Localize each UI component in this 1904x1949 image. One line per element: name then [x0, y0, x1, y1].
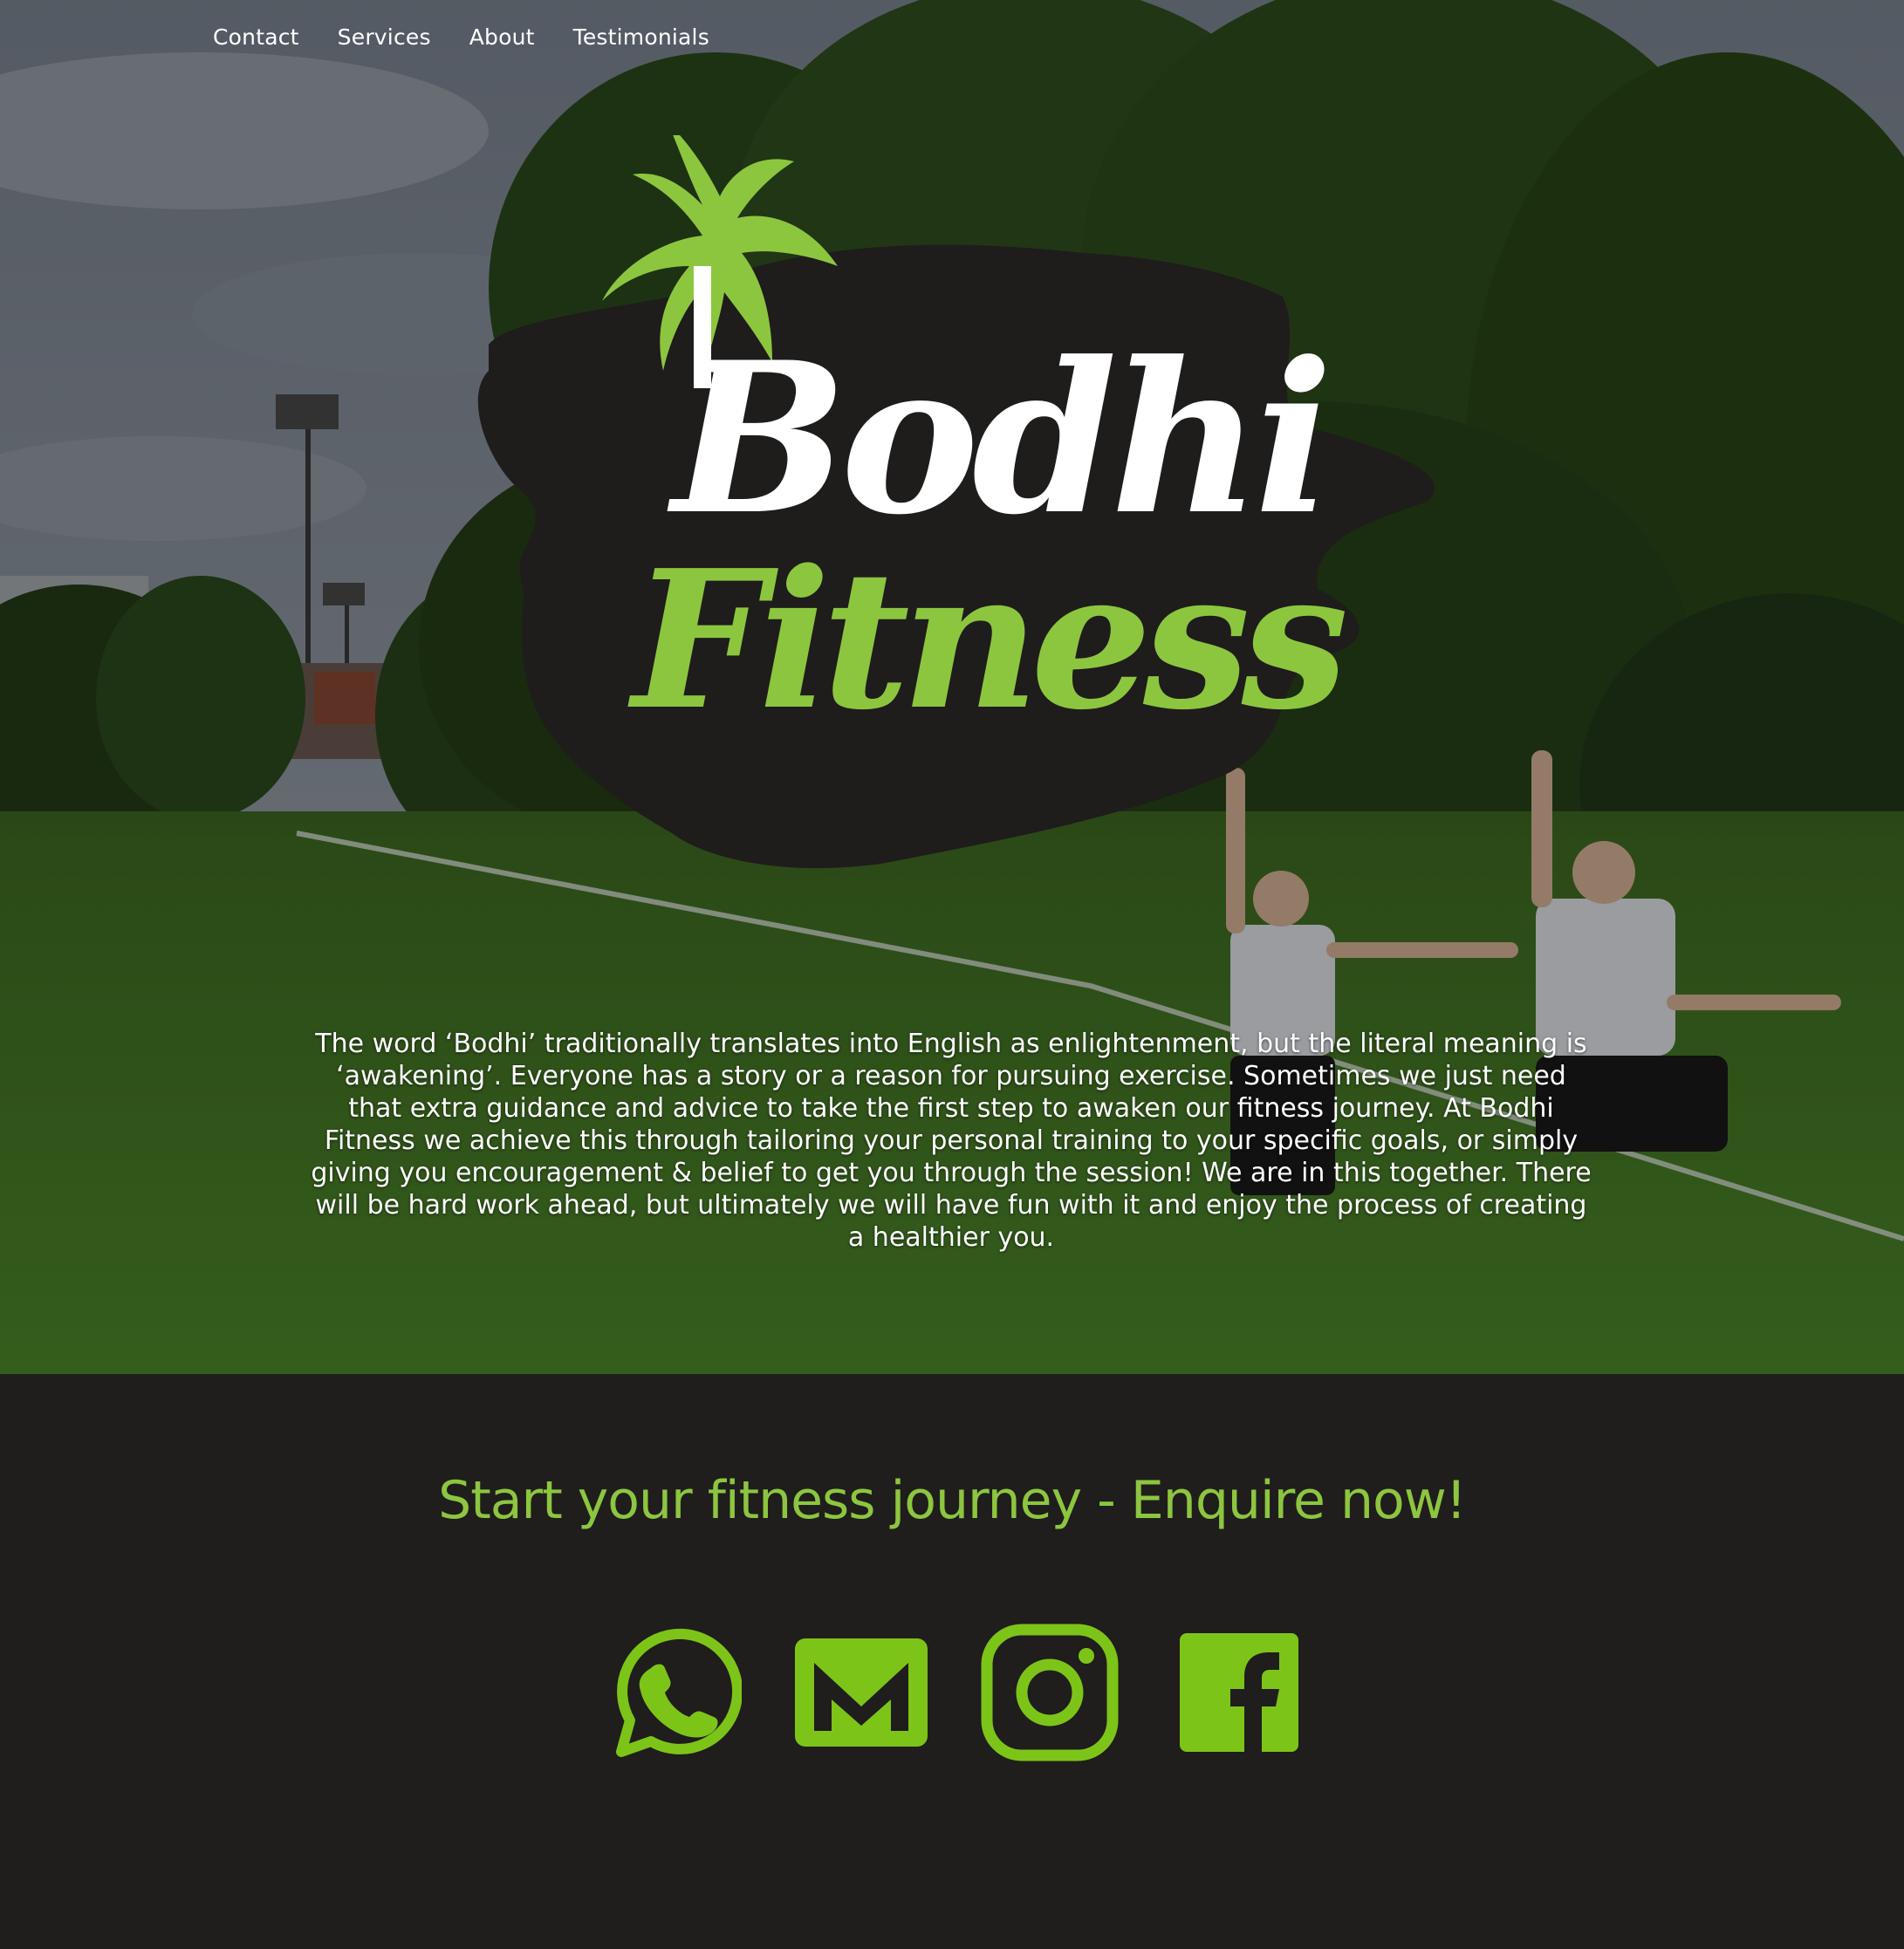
facebook-link[interactable] — [1169, 1623, 1309, 1762]
hero-section: Contact Services About Testimonials Bodh… — [0, 0, 1904, 1374]
intro-paragraph: The word ‘Bodhi’ traditionally translate… — [311, 1029, 1592, 1253]
logo-word-bodhi: Bodhi — [672, 318, 1333, 561]
nav-link-services[interactable]: Services — [338, 24, 431, 50]
logo-word-fitness: Fitness — [632, 529, 1349, 752]
main-nav: Contact Services About Testimonials — [213, 24, 709, 50]
nav-link-about[interactable]: About — [469, 24, 535, 50]
social-links — [602, 1618, 1309, 1767]
bodhi-fitness-logo: Bodhi Fitness — [471, 135, 1440, 920]
instagram-icon — [981, 1624, 1119, 1761]
enquire-heading: Start your fitness journey - Enquire now… — [438, 1470, 1467, 1531]
nav-link-contact[interactable]: Contact — [213, 24, 299, 50]
email-icon — [794, 1638, 928, 1747]
whatsapp-icon — [616, 1628, 742, 1757]
whatsapp-link[interactable] — [602, 1623, 742, 1762]
nav-link-testimonials[interactable]: Testimonials — [573, 24, 709, 50]
facebook-icon — [1179, 1633, 1298, 1752]
email-link[interactable] — [791, 1623, 931, 1762]
enquire-section: Start your fitness journey - Enquire now… — [0, 1374, 1904, 1949]
instagram-link[interactable] — [980, 1623, 1120, 1762]
